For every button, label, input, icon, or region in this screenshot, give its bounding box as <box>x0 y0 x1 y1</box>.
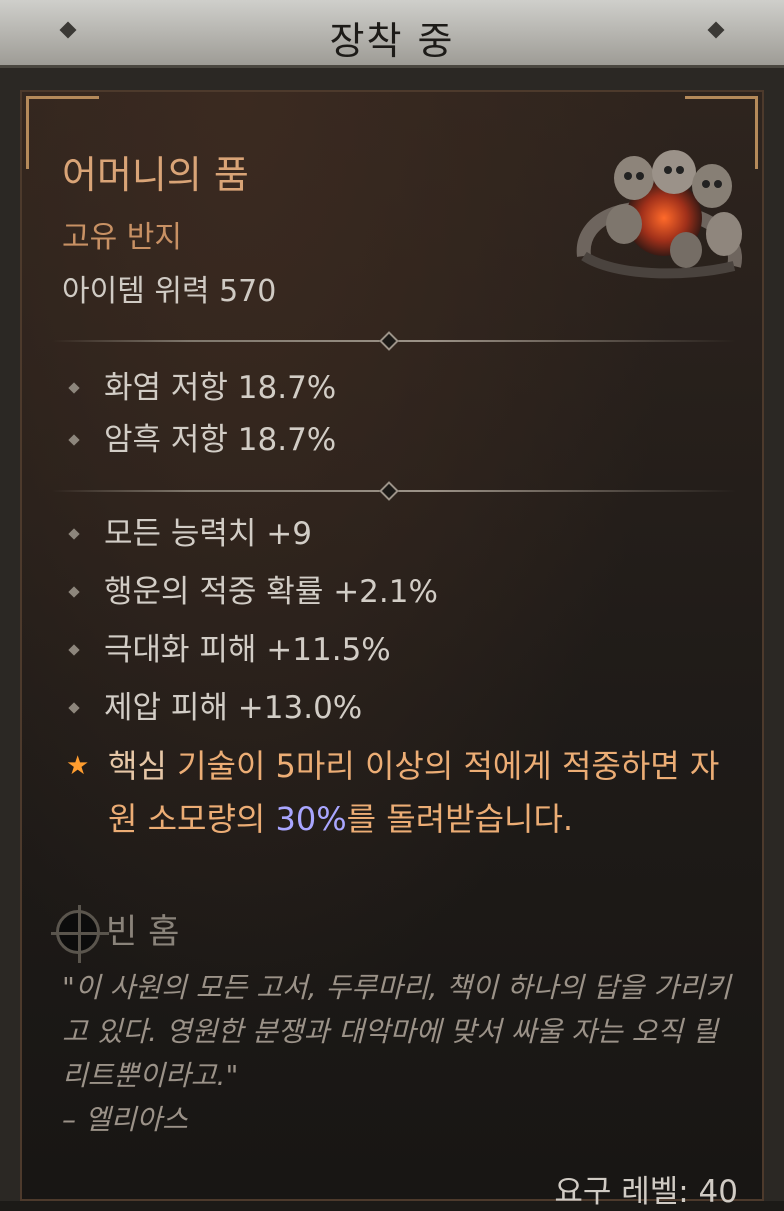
item-name: 어머니의 품 <box>62 153 249 197</box>
section-divider <box>52 481 736 501</box>
level-requirement: 요구 레벨: 40 <box>554 1174 738 1210</box>
stat-bullet-icon <box>68 382 80 394</box>
stat-bullet-icon <box>68 528 80 540</box>
affix-stat: 모든 능력치 +9 <box>68 508 313 553</box>
flavor-text: "이 사원의 모든 고서, 두루마리, 책이 하나의 답을 가리키고 있다. 영… <box>62 966 742 1142</box>
flavor-quote: "이 사원의 모든 고서, 두루마리, 책이 하나의 답을 가리키고 있다. 영… <box>62 971 731 1092</box>
skull-ring-icon <box>576 150 742 279</box>
unique-star-icon: ★ <box>66 751 90 781</box>
flavor-attribution: – 엘리아스 <box>62 1103 188 1136</box>
stat-label: 모든 능력치 +9 <box>104 516 313 552</box>
stat-label: 극대화 피해 +11.5% <box>104 632 391 668</box>
stat-bullet-icon <box>68 586 80 598</box>
implicit-stat: 암흑 저항 18.7% <box>68 414 337 459</box>
stat-label: 행운의 적중 확률 +2.1% <box>104 574 438 610</box>
effect-text-part2: 를 돌려받습니다. <box>346 800 574 838</box>
effect-value: 30% <box>275 800 347 838</box>
section-divider <box>52 331 736 351</box>
affix-stat: 행운의 적중 확률 +2.1% <box>68 566 438 611</box>
empty-socket-icon <box>51 905 109 963</box>
stat-label: 제압 피해 +13.0% <box>104 690 363 726</box>
stat-bullet-icon <box>68 434 80 446</box>
keyword: 핵심 <box>108 747 167 785</box>
stat-label: 화염 저항 18.7% <box>104 370 337 406</box>
socket-label: 빈 홈 <box>106 912 180 952</box>
affix-stat: 제압 피해 +13.0% <box>68 682 363 727</box>
implicit-stat: 화염 저항 18.7% <box>68 362 337 407</box>
unique-effect-text: 핵심 기술이 5마리 이상의 적에게 적중하면 자원 소모량의 30%를 돌려받… <box>108 740 728 846</box>
affix-stat: 극대화 피해 +11.5% <box>68 624 391 669</box>
stat-bullet-icon <box>68 644 80 656</box>
item-power: 아이템 위력 570 <box>62 274 277 309</box>
item-type: 고유 반지 <box>62 220 182 255</box>
stat-label: 암흑 저항 18.7% <box>104 422 337 458</box>
equipped-label: 장착 중 <box>329 19 455 63</box>
tooltip-header: 장착 중 <box>0 0 784 68</box>
stat-bullet-icon <box>68 702 80 714</box>
